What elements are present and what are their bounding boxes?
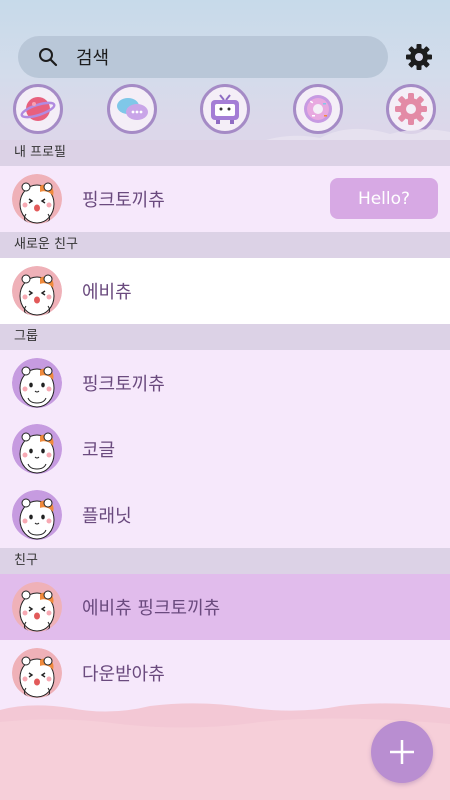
list-item[interactable]: 에비츄 (0, 258, 450, 324)
friend-name: 에비츄 (82, 282, 132, 303)
gear-icon[interactable] (405, 43, 433, 71)
avatar[interactable] (12, 648, 62, 698)
friend-name: 다운받아츄 (82, 664, 165, 685)
section-groups: 그룹 (0, 324, 450, 350)
avatar[interactable] (12, 266, 62, 316)
status-message-button[interactable]: Hello? (330, 178, 438, 219)
list-item[interactable]: 플래닛 (0, 482, 450, 548)
avatar[interactable] (12, 358, 62, 408)
search-placeholder: 검색 (76, 48, 110, 69)
list-item[interactable]: 에비츄 핑크토끼츄 (0, 574, 450, 640)
avatar[interactable] (12, 174, 62, 224)
group-name: 핑크토끼츄 (82, 374, 165, 395)
group-name: 코글 (82, 440, 116, 461)
section-my-profile: 내 프로필 (0, 140, 450, 166)
avatar[interactable] (12, 490, 62, 540)
planet-icon[interactable] (13, 84, 63, 134)
group-name: 플래닛 (82, 506, 132, 527)
profile-name: 핑크토끼츄 (82, 190, 165, 211)
chat-bubbles-icon[interactable] (107, 84, 157, 134)
avatar[interactable] (12, 582, 62, 632)
list-item[interactable]: 핑크토끼츄 (0, 350, 450, 416)
friend-name: 에비츄 핑크토끼츄 (82, 598, 221, 619)
search-icon (39, 48, 58, 67)
avatar[interactable] (12, 424, 62, 474)
list-item[interactable]: 코글 (0, 416, 450, 482)
list-item[interactable]: 다운받아츄 (0, 640, 450, 706)
add-button[interactable] (371, 721, 433, 783)
section-friends: 친구 (0, 548, 450, 574)
search-bar[interactable]: 검색 (18, 36, 388, 78)
plus-icon (390, 740, 414, 764)
top-bar: 검색 (0, 0, 450, 140)
section-new-friends: 새로운 친구 (0, 232, 450, 258)
my-profile-row[interactable]: 핑크토끼츄 Hello? (0, 166, 450, 232)
